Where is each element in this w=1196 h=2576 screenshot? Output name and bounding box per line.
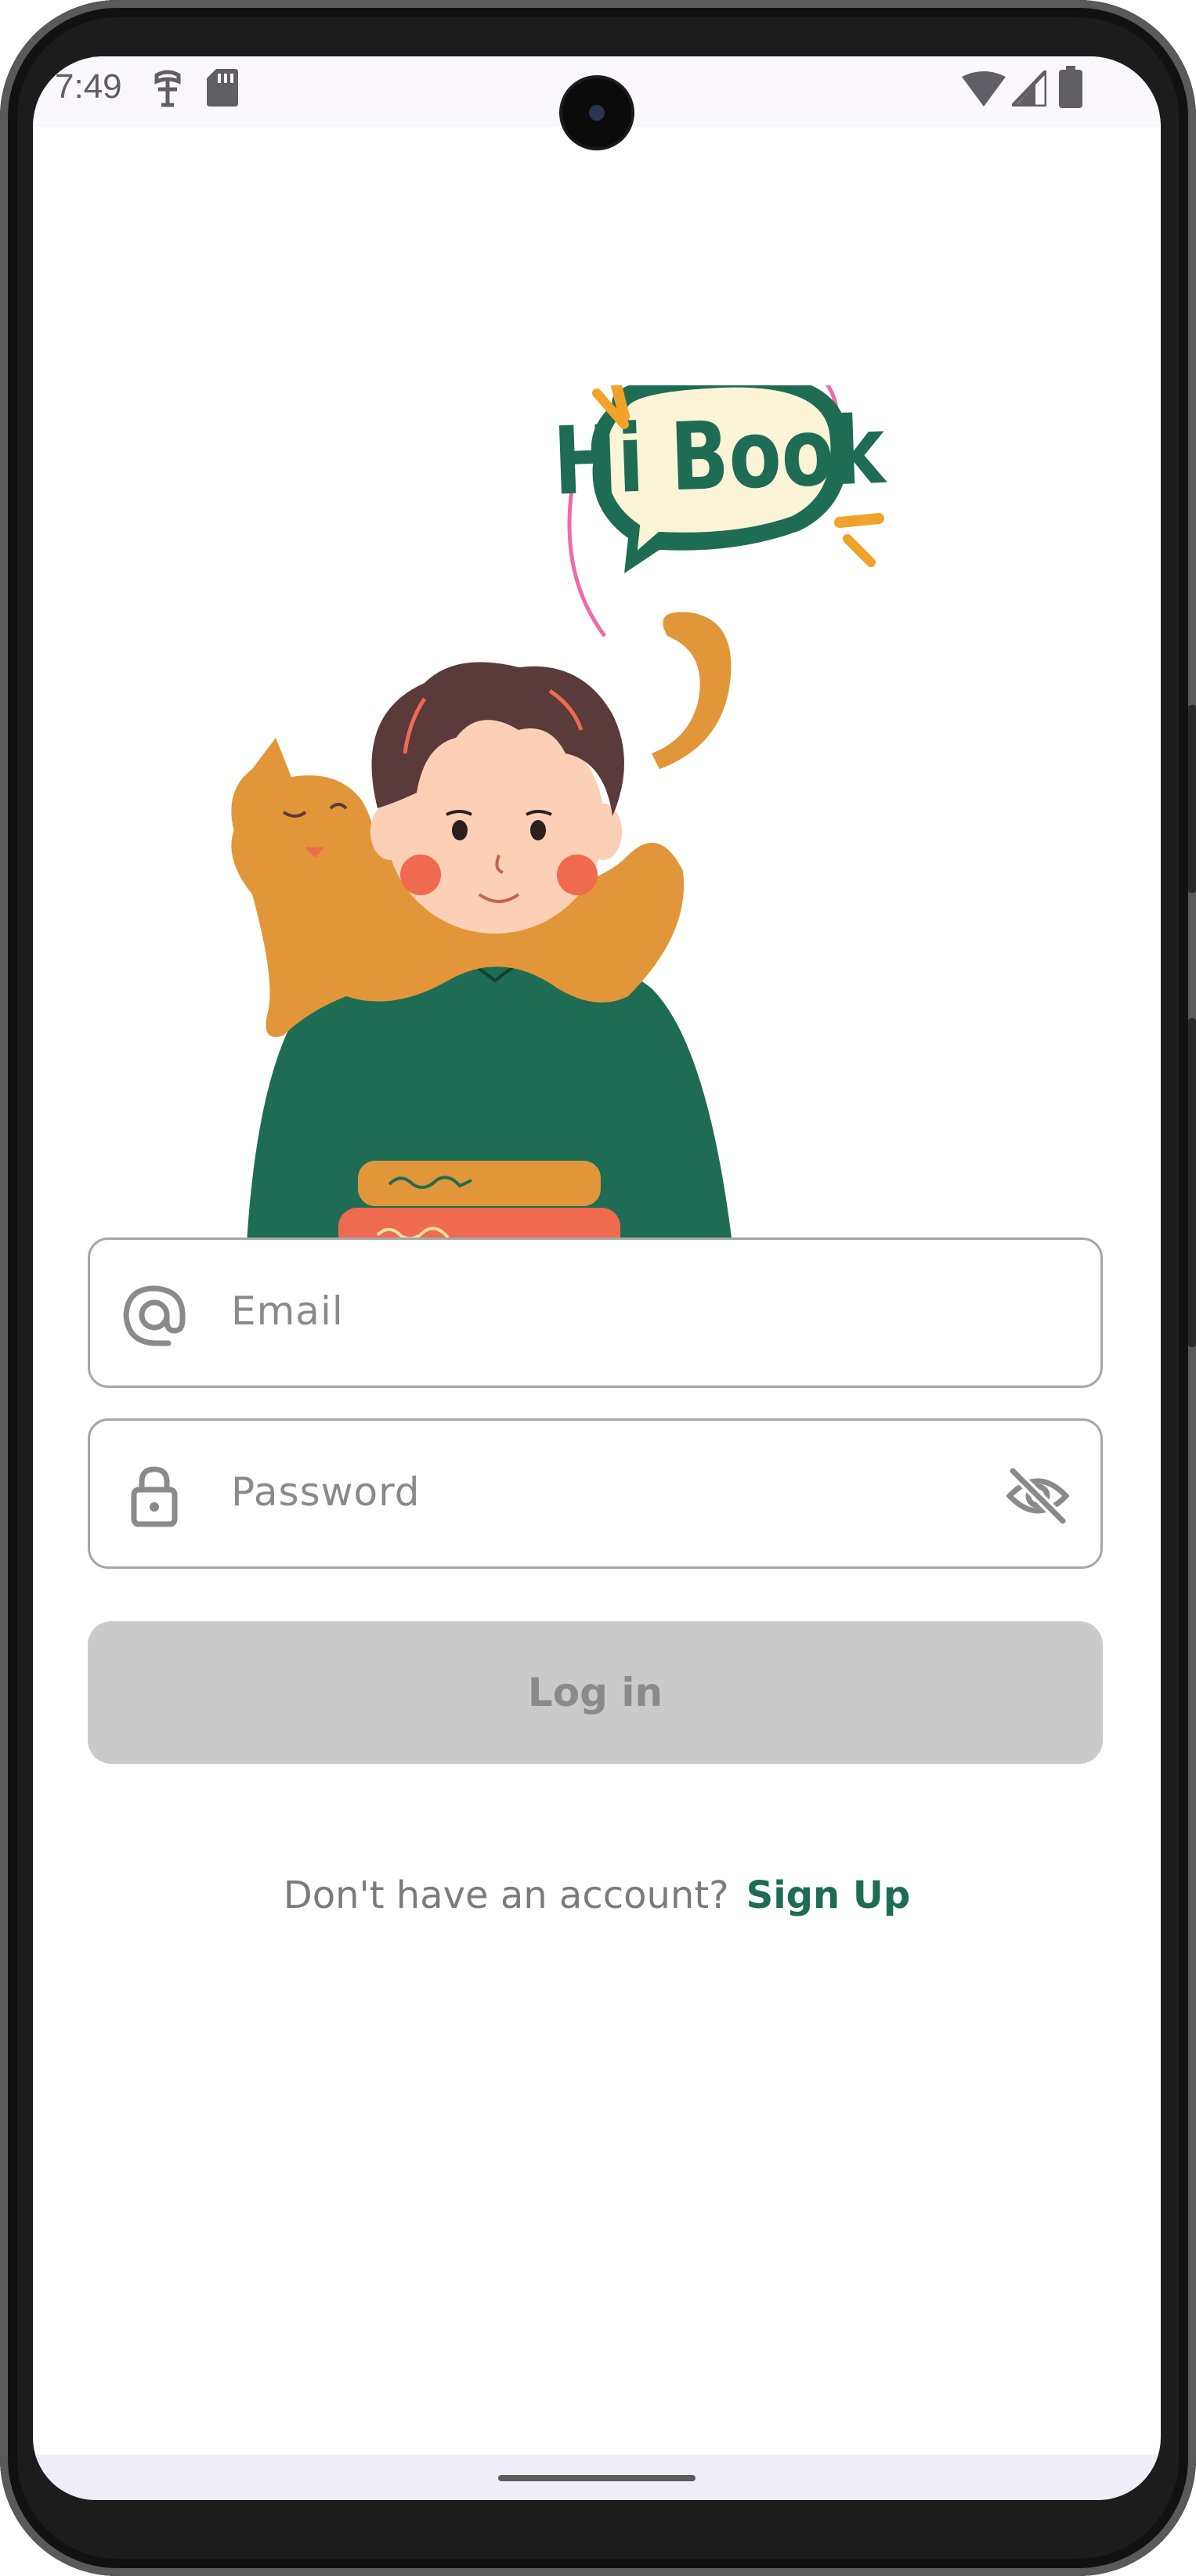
accessibility-icon: [154, 70, 181, 107]
password-placeholder: Password: [231, 1469, 421, 1515]
email-placeholder: Email: [231, 1288, 344, 1334]
bubble-text: Hi Book: [551, 396, 888, 516]
cat-head: [231, 738, 374, 896]
lock-icon: [131, 1466, 178, 1527]
cat-tail: [652, 612, 732, 769]
battery-icon: [1059, 66, 1082, 108]
home-indicator[interactable]: [498, 2475, 696, 2481]
wifi-icon: [962, 71, 1006, 107]
speech-bubble: Hi Book: [551, 385, 888, 638]
signup-prompt-row: Don't have an account? Sign Up: [33, 1873, 1161, 1917]
volume-button: [1188, 1018, 1196, 1347]
power-button: [1188, 705, 1196, 893]
front-camera: [562, 78, 631, 147]
login-button[interactable]: Log in: [88, 1621, 1103, 1764]
signup-link[interactable]: Sign Up: [746, 1873, 911, 1917]
status-bar: 7:49: [33, 56, 1161, 147]
at-sign-icon: [123, 1285, 186, 1346]
email-field[interactable]: Email: [88, 1237, 1103, 1388]
status-time: 7:49: [55, 67, 122, 106]
password-field[interactable]: Password: [88, 1418, 1103, 1569]
signup-prompt-text: Don't have an account?: [283, 1873, 729, 1917]
gesture-nav-bar: [33, 2455, 1161, 2500]
signal-icon: [1012, 70, 1046, 107]
screen: 7:49 Hi Book Email Password Log in Don't…: [33, 56, 1161, 2500]
sd-card-icon: [207, 69, 238, 107]
hero-illustration: Hi Book: [231, 385, 888, 1294]
eye-off-icon[interactable]: [1006, 1466, 1069, 1526]
